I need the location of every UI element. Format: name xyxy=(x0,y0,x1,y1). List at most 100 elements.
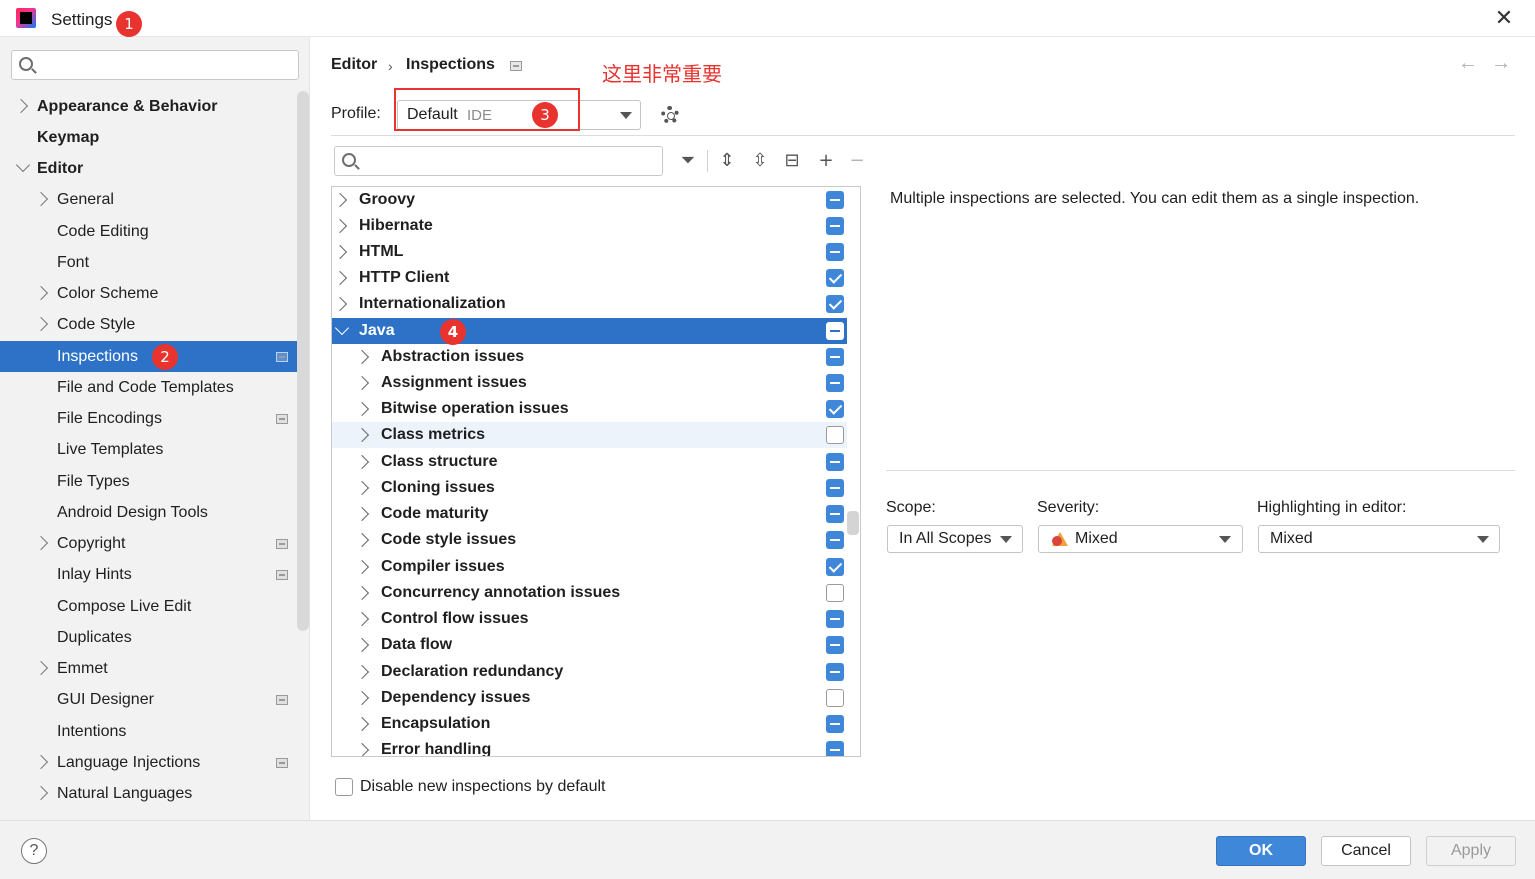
breadcrumb-editor[interactable]: Editor xyxy=(331,56,377,74)
tree-row-class-metrics[interactable]: Class metrics xyxy=(332,422,847,448)
chevron-right-icon[interactable] xyxy=(354,611,370,627)
back-arrow-icon[interactable]: ← xyxy=(1458,52,1478,75)
tree-row-assignment-issues[interactable]: Assignment issues xyxy=(332,370,847,396)
tree-checkbox[interactable] xyxy=(826,689,844,707)
scope-dropdown[interactable]: In All Scopes xyxy=(887,525,1023,553)
close-icon[interactable]: ✕ xyxy=(1492,6,1516,30)
tree-row-class-structure[interactable]: Class structure xyxy=(332,449,847,475)
sidebar-item-intentions[interactable]: Intentions xyxy=(0,716,309,747)
sidebar-item-inspections[interactable]: Inspections 2 xyxy=(0,341,309,372)
tree-checkbox[interactable] xyxy=(826,243,844,261)
chevron-right-icon[interactable] xyxy=(354,637,370,653)
tree-row-encapsulation[interactable]: Encapsulation xyxy=(332,711,847,737)
tree-row-data-flow[interactable]: Data flow xyxy=(332,632,847,658)
tree-row-html[interactable]: HTML xyxy=(332,239,847,265)
chevron-right-icon[interactable] xyxy=(13,98,29,114)
chevron-right-icon[interactable] xyxy=(354,375,370,391)
tree-row-compiler-issues[interactable]: Compiler issues xyxy=(332,554,847,580)
sidebar-item-copyright[interactable]: Copyright xyxy=(0,528,309,559)
tree-checkbox[interactable] xyxy=(826,636,844,654)
sidebar-item-live-templates[interactable]: Live Templates xyxy=(0,434,309,465)
tree-checkbox[interactable] xyxy=(826,584,844,602)
tree-checkbox[interactable] xyxy=(826,295,844,313)
chevron-right-icon[interactable] xyxy=(354,401,370,417)
filter-icon[interactable]: ⏷ xyxy=(677,150,699,172)
sidebar-item-natural-languages[interactable]: Natural Languages xyxy=(0,778,309,809)
tree-row-bitwise-operation-issues[interactable]: Bitwise operation issues xyxy=(332,396,847,422)
sidebar-item-general[interactable]: General xyxy=(0,184,309,215)
tree-checkbox[interactable] xyxy=(826,610,844,628)
reset-icon[interactable]: ⊟ xyxy=(781,150,803,172)
sidebar-scrollbar[interactable] xyxy=(297,91,309,631)
chevron-right-icon[interactable] xyxy=(354,532,370,548)
expand-all-icon[interactable]: ⇕ xyxy=(716,150,738,172)
tree-row-code-style-issues[interactable]: Code style issues xyxy=(332,527,847,553)
apply-button[interactable]: Apply xyxy=(1426,836,1516,866)
chevron-right-icon[interactable] xyxy=(354,480,370,496)
tree-checkbox[interactable] xyxy=(826,741,844,756)
tree-checkbox[interactable] xyxy=(826,531,844,549)
sidebar-item-compose-live-edit[interactable]: Compose Live Edit xyxy=(0,591,309,622)
tree-checkbox[interactable] xyxy=(826,217,844,235)
inspections-search-input[interactable] xyxy=(334,146,663,176)
sidebar-item-language-injections[interactable]: Language Injections xyxy=(0,747,309,778)
sidebar-item-appearance-behavior[interactable]: Appearance & Behavior xyxy=(0,91,309,122)
gear-icon[interactable] xyxy=(661,106,679,124)
sidebar-item-code-editing[interactable]: Code Editing xyxy=(0,216,309,247)
tree-checkbox[interactable] xyxy=(826,269,844,287)
tree-checkbox[interactable] xyxy=(826,322,844,340)
forward-arrow-icon[interactable]: → xyxy=(1491,52,1511,75)
tree-row-java[interactable]: Java 4 xyxy=(332,318,847,345)
tree-checkbox[interactable] xyxy=(826,479,844,497)
chevron-right-icon[interactable] xyxy=(33,754,49,770)
tree-checkbox[interactable] xyxy=(826,558,844,576)
chevron-down-icon[interactable] xyxy=(15,157,31,173)
chevron-right-icon[interactable] xyxy=(33,285,49,301)
chevron-right-icon[interactable] xyxy=(33,191,49,207)
chevron-right-icon[interactable] xyxy=(354,559,370,575)
tree-checkbox[interactable] xyxy=(826,426,844,444)
chevron-right-icon[interactable] xyxy=(332,270,348,286)
tree-row-internationalization[interactable]: Internationalization xyxy=(332,291,847,317)
tree-row-abstraction-issues[interactable]: Abstraction issues xyxy=(332,344,847,370)
sidebar-item-android-design-tools[interactable]: Android Design Tools xyxy=(0,497,309,528)
cancel-button[interactable]: Cancel xyxy=(1321,836,1411,866)
chevron-right-icon[interactable] xyxy=(354,664,370,680)
chevron-right-icon[interactable] xyxy=(332,296,348,312)
sidebar-item-keymap[interactable]: Keymap xyxy=(0,122,309,153)
sidebar-item-file-types[interactable]: File Types xyxy=(0,466,309,497)
tree-row-hibernate[interactable]: Hibernate xyxy=(332,213,847,239)
chevron-right-icon[interactable] xyxy=(354,349,370,365)
highlighting-dropdown[interactable]: Mixed xyxy=(1258,525,1500,553)
tree-checkbox[interactable] xyxy=(826,505,844,523)
tree-checkbox[interactable] xyxy=(826,348,844,366)
tree-checkbox[interactable] xyxy=(826,191,844,209)
chevron-right-icon[interactable] xyxy=(354,742,370,756)
sidebar-item-file-code-templates[interactable]: File and Code Templates xyxy=(0,372,309,403)
tree-row-http-client[interactable]: HTTP Client xyxy=(332,265,847,291)
tree-row-groovy[interactable]: Groovy xyxy=(332,187,847,213)
tree-row-control-flow-issues[interactable]: Control flow issues xyxy=(332,606,847,632)
chevron-right-icon[interactable] xyxy=(354,506,370,522)
sidebar-item-code-style[interactable]: Code Style xyxy=(0,309,309,340)
tree-row-declaration-redundancy[interactable]: Declaration redundancy xyxy=(332,659,847,685)
severity-dropdown[interactable]: Mixed xyxy=(1038,525,1243,553)
chevron-right-icon[interactable] xyxy=(354,454,370,470)
chevron-right-icon[interactable] xyxy=(354,585,370,601)
sidebar-search-input[interactable] xyxy=(11,50,299,80)
add-icon[interactable]: + xyxy=(815,150,837,172)
ok-button[interactable]: OK xyxy=(1216,836,1306,866)
chevron-right-icon[interactable] xyxy=(332,218,348,234)
sidebar-item-file-encodings[interactable]: File Encodings xyxy=(0,403,309,434)
chevron-down-icon[interactable] xyxy=(334,320,350,336)
chevron-right-icon[interactable] xyxy=(33,785,49,801)
chevron-right-icon[interactable] xyxy=(332,192,348,208)
tree-row-concurrency-annotation-issues[interactable]: Concurrency annotation issues xyxy=(332,580,847,606)
tree-row-code-maturity[interactable]: Code maturity xyxy=(332,501,847,527)
remove-icon[interactable]: − xyxy=(846,150,868,172)
tree-row-error-handling[interactable]: Error handling xyxy=(332,737,847,756)
chevron-right-icon[interactable] xyxy=(33,660,49,676)
chevron-right-icon[interactable] xyxy=(332,244,348,260)
sidebar-item-editor[interactable]: Editor xyxy=(0,153,309,184)
sidebar-item-emmet[interactable]: Emmet xyxy=(0,653,309,684)
